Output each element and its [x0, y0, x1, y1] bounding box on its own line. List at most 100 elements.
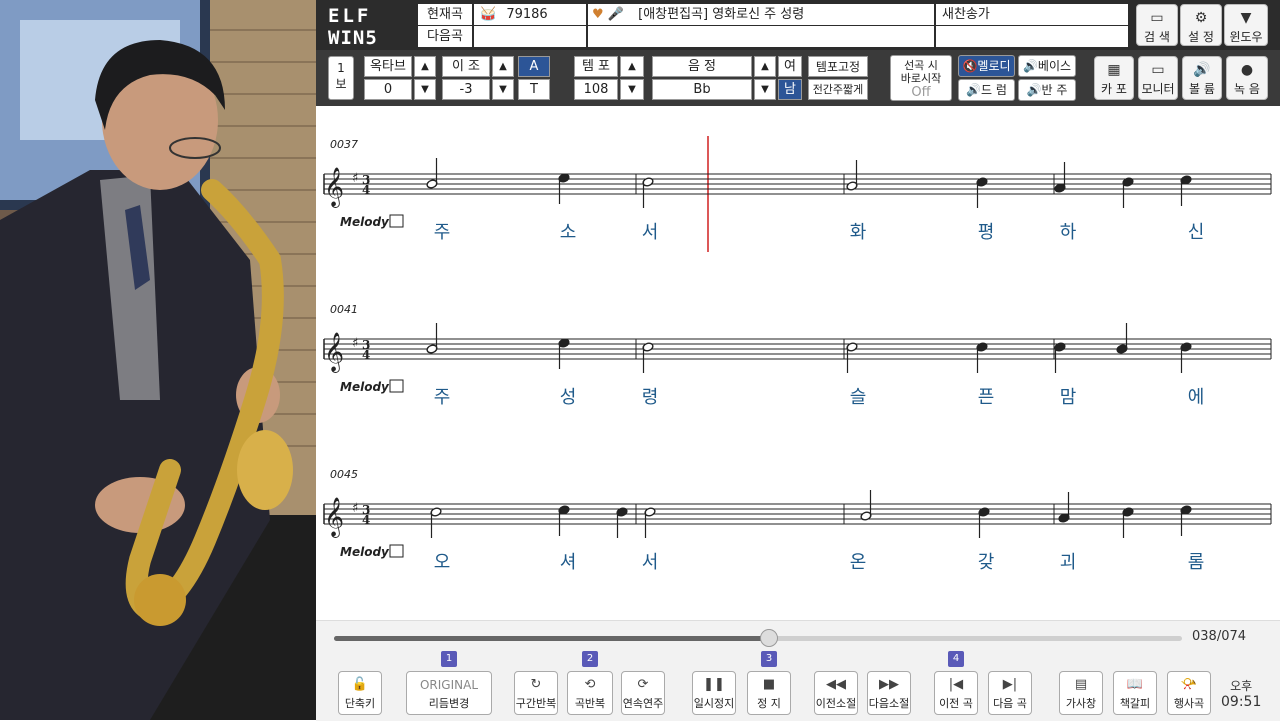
- monitor-button[interactable]: ▭ 모니터: [1138, 56, 1178, 100]
- lyrics-toggle-icon: [389, 214, 404, 228]
- song-title: [애창편집곡] 영화로신 주 성령: [638, 7, 805, 22]
- key-up-button[interactable]: ▲: [754, 56, 776, 77]
- karaoke-app-window: ELF WIN5 현재곡 다음곡 🥁 79186 ♥ 🎤 [애창편집곡] 영화로…: [316, 0, 1280, 721]
- lyrics-toggle-icon: [389, 544, 404, 558]
- lyric-syllable: 주: [434, 387, 451, 408]
- lyric-syllable: 서: [642, 552, 659, 573]
- accompaniment-toggle[interactable]: 🔊반 주: [1018, 79, 1076, 101]
- previous-track-icon: |◀: [948, 677, 964, 692]
- drum-icon: 🥁: [480, 7, 497, 22]
- accidental-t-button[interactable]: T: [518, 79, 550, 100]
- view-mode-button[interactable]: 1 보: [328, 56, 354, 100]
- accidental-a-button[interactable]: A: [518, 56, 550, 77]
- sharp-icon: ♯: [352, 336, 358, 351]
- volume-icon: 🔊: [1193, 62, 1211, 78]
- capo-button[interactable]: ▦ 카 포: [1094, 56, 1134, 100]
- performer-video-frame: [0, 0, 316, 720]
- category-box: 새찬송가: [936, 4, 1128, 25]
- tempo-up-button[interactable]: ▲: [620, 56, 644, 77]
- video-panel: [0, 0, 316, 720]
- shortcut-badge: 4: [948, 651, 964, 667]
- prelude-short-button[interactable]: 전간주짧게: [808, 79, 868, 100]
- lyrics-window-button[interactable]: ▤ 가사창: [1059, 671, 1103, 715]
- time-signature-bottom: 4: [362, 348, 370, 362]
- transpose-down-button[interactable]: ▼: [492, 79, 514, 100]
- previous-track-button[interactable]: |◀ 이전 곡: [934, 671, 978, 715]
- lyric-syllable: 온: [850, 552, 867, 573]
- male-key-button[interactable]: 남: [778, 79, 802, 100]
- bookmark-button[interactable]: 📖 책갈피: [1113, 671, 1157, 715]
- lock-icon: 🔓: [351, 677, 369, 692]
- mic-icon: 🎤: [607, 7, 624, 22]
- lyric-syllable: 평: [978, 222, 995, 243]
- progress-knob[interactable]: [760, 629, 779, 647]
- lyric-syllable: 슬: [850, 387, 867, 408]
- octave-down-button[interactable]: ▼: [414, 79, 436, 100]
- window-button[interactable]: ▼ 윈도우: [1224, 4, 1268, 46]
- continuous-play-icon: ⟳: [637, 677, 649, 692]
- song-number-box: 🥁 79186: [474, 4, 586, 25]
- instant-start-toggle[interactable]: 선곡 시 바로시작 Off: [890, 55, 952, 101]
- lyric-syllable: 신: [1188, 222, 1205, 243]
- lyric-syllable: 소: [560, 222, 577, 243]
- key-label: 음 정: [652, 56, 752, 77]
- lyric-syllable: 갖: [978, 552, 995, 573]
- lyric-syllable: 서: [642, 222, 659, 243]
- event-song-button[interactable]: 📯 행사곡: [1167, 671, 1211, 715]
- melody-label: Melody: [340, 215, 390, 229]
- clock-time: 09:51: [1221, 694, 1262, 710]
- stop-button[interactable]: ■ 정 지: [747, 671, 791, 715]
- settings-button[interactable]: ⚙ 설 정: [1180, 4, 1222, 46]
- song-category: 새찬송가: [942, 7, 990, 22]
- measure-counter: 038/074: [1192, 629, 1247, 644]
- bass-toggle[interactable]: 🔊베이스: [1018, 55, 1076, 77]
- rewind-button[interactable]: ◀◀ 이전소절: [814, 671, 858, 715]
- sharp-icon: ♯: [352, 501, 358, 516]
- lyric-syllable: 오: [434, 552, 451, 573]
- search-icon: ▭: [1150, 10, 1164, 26]
- melody-toggle[interactable]: 🔇멜로디: [958, 55, 1015, 77]
- record-button[interactable]: ● 녹 음: [1226, 56, 1268, 100]
- app-logo: ELF WIN5: [326, 4, 412, 49]
- gear-icon: ⚙: [1194, 10, 1208, 26]
- transpose-value: -3: [442, 79, 490, 100]
- lyric-syllable: 주: [434, 222, 451, 243]
- score-svg: 0037𝄞 ♯ 34Melody 주 소 서 화 평 하 신0041𝄞 ♯ 34Melody 주 성 령 슬 픈…: [323, 136, 1272, 573]
- fast-forward-button[interactable]: ▶▶ 다음소절: [867, 671, 911, 715]
- event-song-icon: 📯: [1180, 677, 1198, 692]
- next-song-number-box: [474, 26, 586, 47]
- melody-label: Melody: [340, 545, 390, 559]
- speaker-icon: 🔊: [1022, 59, 1038, 73]
- song-number: 79186: [506, 7, 548, 22]
- lyrics-toggle-icon: [389, 379, 404, 393]
- section-repeat-button[interactable]: ↻ 구간반복: [514, 671, 558, 715]
- pause-button[interactable]: ❚❚ 일시정지: [692, 671, 736, 715]
- next-track-icon: ▶|: [1002, 677, 1018, 692]
- lyric-syllable: 픈: [978, 387, 995, 408]
- bookmark-icon: 📖: [1126, 677, 1144, 692]
- key-down-button[interactable]: ▼: [754, 79, 776, 100]
- key-value: Bb: [652, 79, 752, 100]
- tempo-value: 108: [574, 79, 618, 100]
- tempo-down-button[interactable]: ▼: [620, 79, 644, 100]
- lock-button[interactable]: 🔓 단축키: [338, 671, 382, 715]
- progress-bar[interactable]: [334, 629, 1182, 647]
- song-repeat-button[interactable]: ⟲ 곡반복: [567, 671, 613, 715]
- song-repeat-icon: ⟲: [584, 677, 596, 692]
- next-track-button[interactable]: ▶| 다음 곡: [988, 671, 1032, 715]
- octave-up-button[interactable]: ▲: [414, 56, 436, 77]
- section-repeat-icon: ↻: [530, 677, 542, 692]
- lyric-syllable: 성: [560, 387, 577, 408]
- continuous-play-button[interactable]: ⟳ 연속연주: [621, 671, 665, 715]
- clock: 오후 09:51: [1221, 677, 1261, 710]
- female-key-button[interactable]: 여: [778, 56, 802, 77]
- drum-toggle[interactable]: 🔊드 럼: [958, 79, 1015, 101]
- tempo-fix-button[interactable]: 템포고정: [808, 56, 868, 77]
- search-button[interactable]: ▭ 검 색: [1136, 4, 1178, 46]
- shortcut-badge: 3: [761, 651, 777, 667]
- original-button[interactable]: ORIGINAL 리듬변경: [406, 671, 492, 715]
- control-toolbar: 1 보 옥타브 0 ▲ ▼ 이 조 -3 ▲ ▼ A T 템 포 108 ▲ ▼…: [316, 50, 1280, 106]
- transpose-up-button[interactable]: ▲: [492, 56, 514, 77]
- volume-button[interactable]: 🔊 볼 륨: [1182, 56, 1222, 100]
- monitor-icon: ▭: [1151, 62, 1165, 78]
